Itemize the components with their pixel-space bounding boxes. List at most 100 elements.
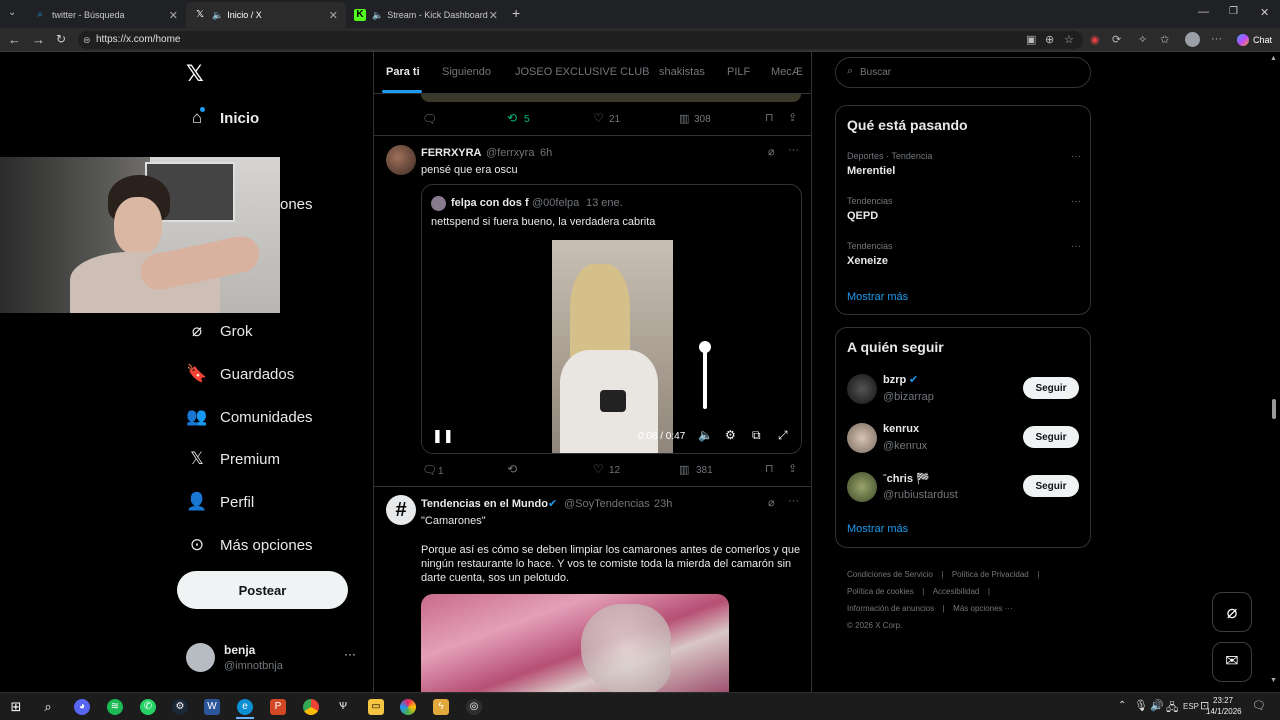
scrollbar-thumb[interactable]	[1272, 399, 1276, 419]
site-info-icon[interactable]: ⊜	[83, 31, 91, 49]
tab-kick-dashboard[interactable]: K 🔈 Stream - Kick Dashboard ✕	[346, 2, 506, 28]
profile-avatar-icon[interactable]	[1185, 32, 1200, 47]
post-time[interactable]: 23h	[654, 498, 672, 510]
footer-link[interactable]: Accesibilidad	[933, 587, 980, 596]
notifications-icon[interactable]: 🗨	[1252, 699, 1266, 712]
sidebar-item-guardados[interactable]: 🔖 Guardados	[186, 359, 294, 389]
chrome-icon[interactable]	[303, 699, 319, 715]
more-icon[interactable]: ···	[1071, 151, 1081, 162]
tab-actions-icon[interactable]: ⌄	[8, 7, 16, 18]
grok-icon[interactable]: ⌀	[768, 145, 775, 158]
footer-link[interactable]: Condiciones de Servicio	[847, 570, 933, 579]
word-icon[interactable]: W	[204, 699, 220, 715]
grok-float-button[interactable]: ⌀	[1212, 592, 1252, 632]
author-name[interactable]: FERRXYRA	[421, 147, 482, 159]
language-indicator[interactable]: ESP	[1183, 702, 1199, 711]
reply-icon[interactable]: 🗨	[422, 463, 437, 477]
app-icon[interactable]: ϟ	[433, 699, 449, 715]
close-icon[interactable]: ✕	[489, 9, 498, 22]
bookmark-icon[interactable]: ⊓	[765, 111, 774, 124]
pip-icon[interactable]: ⧉	[752, 428, 761, 443]
trend-item[interactable]: Tendencias Xeneize ···	[847, 241, 1081, 267]
follow-suggestion[interactable]: bzrp ✔ @bizarrap Seguir	[836, 372, 1090, 408]
tab-search-icon[interactable]: ▣	[1026, 33, 1036, 46]
follow-suggestion[interactable]: ˉchris 🏁 @rubiustardust Seguir	[836, 470, 1090, 506]
messages-float-button[interactable]: ✉	[1212, 642, 1252, 682]
follow-button[interactable]: Seguir	[1023, 475, 1079, 497]
obs-icon[interactable]: ◎	[466, 699, 482, 715]
retweet-icon[interactable]: ⟲	[507, 111, 517, 125]
previous-post-media[interactable]	[421, 94, 801, 102]
sidebar-item-premium[interactable]: 𝕏 Premium	[186, 444, 280, 474]
spotify-icon[interactable]: ≋	[107, 699, 123, 715]
reload-icon[interactable]: ↻	[56, 32, 66, 46]
sidebar-item-grok[interactable]: ⌀ Grok	[186, 316, 253, 346]
video-player[interactable]: ❚❚ 0:08 / 0:47 🔈 ⚙ ⧉ ⤢	[422, 240, 801, 453]
more-icon[interactable]: ···	[788, 144, 799, 156]
minimize-icon[interactable]: —	[1198, 6, 1209, 18]
speaker-icon[interactable]: 🔊	[1150, 699, 1164, 712]
search-icon[interactable]: ⌕	[40, 699, 56, 715]
more-icon[interactable]: ···	[788, 495, 799, 507]
author-handle[interactable]: @SoyTendencias	[564, 498, 650, 510]
tab-siguiendo[interactable]: Siguiendo	[442, 66, 491, 78]
more-icon[interactable]: ···	[1211, 33, 1222, 45]
volume-slider[interactable]	[703, 345, 707, 409]
volume-knob[interactable]	[699, 341, 711, 353]
bookmark-icon[interactable]: ⊓	[765, 462, 774, 475]
retweet-icon[interactable]: ⟲	[507, 462, 517, 476]
sidebar-item-comunidades[interactable]: 👥 Comunidades	[186, 402, 312, 432]
close-window-icon[interactable]: ✕	[1260, 6, 1269, 19]
sidebar-item-perfil[interactable]: 👤 Perfil	[186, 487, 254, 517]
restore-icon[interactable]: ❐	[1229, 6, 1238, 17]
settings-icon[interactable]: ⚙	[725, 428, 736, 442]
tab-inicio-x[interactable]: 𝕏 🔈 Inicio / X ✕	[186, 2, 346, 28]
quoted-author-name[interactable]: felpa con dos f	[451, 197, 529, 209]
post-button[interactable]: Postear	[177, 571, 348, 609]
quoted-post[interactable]: felpa con dos f @00felpa 13 ene. nettspe…	[421, 184, 802, 454]
sidebar-item-inicio[interactable]: ⌂ Inicio	[186, 103, 259, 133]
post-media[interactable]	[421, 594, 729, 692]
tab-meca[interactable]: MecÆ	[771, 66, 803, 78]
windows-start-icon[interactable]: ⊞	[8, 699, 24, 715]
grok-icon[interactable]: ⌀	[768, 496, 775, 509]
follow-button[interactable]: Seguir	[1023, 426, 1079, 448]
author-handle[interactable]: @ferrxyra	[486, 147, 534, 159]
refresh-extension-icon[interactable]: ⟳	[1112, 33, 1121, 46]
file-explorer-icon[interactable]: ▭	[368, 699, 384, 715]
show-more-link[interactable]: Mostrar más	[847, 523, 908, 535]
views-icon[interactable]: ▥	[679, 112, 689, 125]
url-field[interactable]: ⊜ https://x.com/home	[78, 31, 1083, 49]
tab-para-ti[interactable]: Para ti	[386, 66, 420, 78]
extension-icon[interactable]: ◉	[1090, 33, 1100, 46]
more-icon[interactable]: ···	[1071, 196, 1081, 207]
close-icon[interactable]: ✕	[329, 9, 338, 22]
like-icon[interactable]: ♡	[593, 462, 604, 476]
discord-icon[interactable]: ◕	[74, 699, 90, 715]
extensions-icon[interactable]: ✧	[1138, 33, 1147, 46]
follow-suggestion[interactable]: kenrux @kenrux Seguir	[836, 421, 1090, 457]
volume-icon[interactable]: 🔈	[698, 428, 713, 442]
zoom-icon[interactable]: ⊕	[1045, 33, 1054, 46]
follow-button[interactable]: Seguir	[1023, 377, 1079, 399]
author-name[interactable]: Tendencias en el Mundo	[421, 498, 548, 510]
quoted-post-time[interactable]: 13 ene.	[586, 197, 623, 209]
forward-icon[interactable]: →	[32, 32, 45, 47]
favorites-bar-icon[interactable]: ✩	[1160, 33, 1169, 46]
favorite-icon[interactable]: ☆	[1064, 33, 1074, 46]
powerpoint-icon[interactable]: P	[270, 699, 286, 715]
network-icon[interactable]: 🖧	[1166, 699, 1178, 718]
copilot-chat-button[interactable]: Chat	[1232, 31, 1277, 49]
tray-chevron-icon[interactable]: ⌃	[1118, 700, 1126, 711]
scroll-down-icon[interactable]: ▼	[1270, 677, 1277, 684]
color-app-icon[interactable]	[400, 699, 416, 715]
search-input[interactable]: ⌕ Buscar	[835, 57, 1091, 88]
clock-time[interactable]: 23:27	[1213, 696, 1233, 705]
trend-item[interactable]: Tendencias QEPD ···	[847, 196, 1081, 222]
trend-item[interactable]: Deportes · Tendencia Merentiel ···	[847, 151, 1081, 177]
views-icon[interactable]: ▥	[679, 463, 689, 476]
show-more-link[interactable]: Mostrar más	[847, 291, 908, 303]
sidebar-item-hidden-label[interactable]: ones	[280, 196, 313, 213]
scroll-up-icon[interactable]: ▲	[1270, 55, 1277, 62]
microphone-icon[interactable]: 🎙	[1134, 699, 1148, 712]
